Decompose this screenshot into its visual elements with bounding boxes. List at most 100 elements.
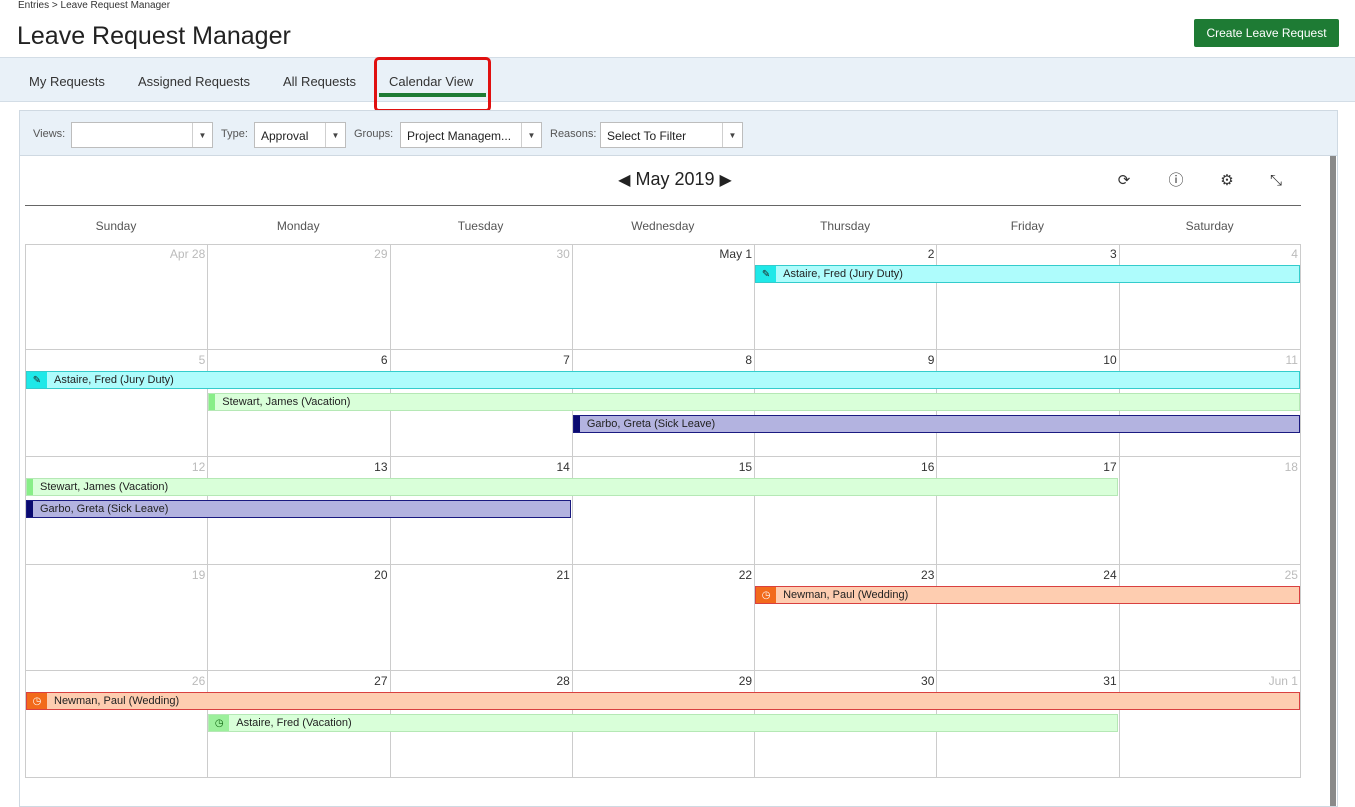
day-number: 11 bbox=[1285, 353, 1298, 367]
calendar-day-cell[interactable]: 29 bbox=[207, 244, 389, 349]
calendar-day-cell[interactable]: 24 bbox=[936, 565, 1118, 670]
reasons-select[interactable]: Select To Filter ▼ bbox=[600, 122, 743, 148]
calendar-week: 12 13 14 15 16 17 18 Stewart, James (Vacation) G… bbox=[25, 457, 1301, 565]
tab-my-requests[interactable]: My Requests bbox=[29, 74, 105, 89]
prev-month-icon[interactable]: ◀ bbox=[618, 172, 630, 189]
pencil-icon: ✎ bbox=[756, 266, 777, 282]
chevron-down-icon[interactable]: ▼ bbox=[325, 123, 345, 147]
leave-event[interactable]: Garbo, Greta (Sick Leave) bbox=[572, 415, 1300, 433]
calendar-day-cell[interactable]: 18 bbox=[1118, 457, 1301, 564]
day-number: 12 bbox=[191, 460, 206, 474]
calendar-day-cell[interactable]: 26 bbox=[25, 671, 207, 777]
day-number: 20 bbox=[374, 568, 388, 582]
tab-assigned-requests[interactable]: Assigned Requests bbox=[138, 74, 250, 89]
day-number: 3 bbox=[1109, 247, 1117, 261]
calendar-week: 19 20 21 22 23 24 25 ◷ Newman, Paul (Wedding) bbox=[25, 565, 1301, 671]
create-leave-request-button[interactable]: Create Leave Request bbox=[1194, 19, 1339, 47]
day-number: 18 bbox=[1284, 460, 1298, 474]
type-select[interactable]: Approval ▼ bbox=[254, 122, 346, 148]
day-number: 9 bbox=[927, 353, 935, 367]
day-of-week-saturday: Saturday bbox=[1185, 219, 1234, 233]
reasons-label: Reasons: bbox=[550, 128, 597, 140]
day-number: 30 bbox=[556, 247, 570, 261]
day-number: Apr 28 bbox=[169, 247, 206, 261]
calendar-day-cell[interactable]: 4 bbox=[1118, 244, 1301, 349]
calendar-day-cell[interactable]: 16 bbox=[754, 457, 936, 564]
calendar-day-cell[interactable]: 15 bbox=[571, 457, 754, 564]
next-month-icon[interactable]: ▶ bbox=[720, 172, 732, 189]
type-value: Approval bbox=[261, 129, 309, 143]
event-label: Stewart, James (Vacation) bbox=[222, 396, 351, 408]
settings-icon[interactable]: ⚙ bbox=[1217, 171, 1237, 191]
event-label: Astaire, Fred (Jury Duty) bbox=[54, 374, 174, 386]
views-select[interactable]: ▼ bbox=[71, 122, 213, 148]
vertical-scrollbar[interactable] bbox=[1330, 156, 1336, 806]
tab-all-requests[interactable]: All Requests bbox=[283, 74, 356, 89]
filter-bar: Views: ▼ Type: Approval ▼ Groups: Projec… bbox=[20, 111, 1337, 156]
calendar-day-cell[interactable]: 3 bbox=[936, 244, 1118, 349]
collapse-icon[interactable]: ⤡ bbox=[1266, 171, 1286, 191]
calendar-day-cell[interactable]: 2 bbox=[754, 244, 936, 349]
day-number: 8 bbox=[745, 353, 753, 367]
day-number: 2 bbox=[927, 247, 935, 261]
event-label: Newman, Paul (Wedding) bbox=[54, 695, 180, 707]
day-of-week-tuesday: Tuesday bbox=[457, 219, 504, 233]
refresh-icon[interactable]: ⟳ bbox=[1114, 171, 1134, 191]
day-number: 31 bbox=[1103, 674, 1117, 688]
tab-bar: My Requests Assigned Requests All Reques… bbox=[0, 57, 1355, 102]
event-label: Garbo, Greta (Sick Leave) bbox=[40, 503, 169, 515]
chevron-down-icon[interactable]: ▼ bbox=[521, 123, 541, 147]
event-label: Garbo, Greta (Sick Leave) bbox=[586, 418, 716, 430]
clock-icon: ◷ bbox=[209, 715, 230, 731]
page-title: Leave Request Manager bbox=[17, 22, 291, 50]
calendar-day-cell[interactable]: 22 bbox=[571, 565, 754, 670]
calendar-day-cell[interactable]: 21 bbox=[389, 565, 572, 670]
calendar-week: 5 6 7 8 9 10 11 ✎ Astaire, Fred (Jury Duty) Stewa… bbox=[25, 350, 1301, 457]
day-of-week-thursday: Thursday bbox=[820, 219, 871, 233]
clock-icon: ◷ bbox=[27, 693, 47, 709]
calendar-day-cell[interactable]: 20 bbox=[207, 565, 389, 670]
leave-event[interactable]: Garbo, Greta (Sick Leave) bbox=[26, 500, 571, 518]
calendar-day-cell[interactable]: 17 bbox=[936, 457, 1118, 564]
calendar-day-cell[interactable]: 19 bbox=[25, 565, 207, 670]
leave-event[interactable]: Stewart, James (Vacation) bbox=[26, 478, 1118, 496]
leave-event[interactable]: ✎ Astaire, Fred (Jury Duty) bbox=[26, 371, 1300, 389]
day-number: 21 bbox=[556, 568, 570, 582]
calendar-day-cell[interactable]: Jun 1 bbox=[1118, 671, 1301, 777]
leave-event[interactable]: ◷ Newman, Paul (Wedding) bbox=[26, 692, 1300, 710]
groups-label: Groups: bbox=[354, 128, 394, 140]
day-number: May 1 bbox=[719, 247, 753, 261]
day-number: 27 bbox=[374, 674, 388, 688]
views-label: Views: bbox=[33, 128, 66, 140]
calendar-day-cell[interactable]: 23 bbox=[754, 565, 936, 670]
leave-event[interactable]: ◷ Newman, Paul (Wedding) bbox=[755, 586, 1300, 604]
active-tab-indicator bbox=[379, 93, 486, 97]
day-number: 16 bbox=[921, 460, 935, 474]
calendar-day-cell[interactable]: Apr 28 bbox=[25, 244, 207, 349]
month-label: May 2019 bbox=[635, 169, 715, 189]
tab-calendar-view[interactable]: Calendar View bbox=[389, 74, 473, 89]
leave-event[interactable]: Stewart, James (Vacation) bbox=[208, 393, 1300, 411]
event-label: Astaire, Fred (Jury Duty) bbox=[783, 268, 903, 280]
day-number: 17 bbox=[1103, 460, 1117, 474]
calendar-day-cell[interactable]: 5 bbox=[25, 350, 207, 456]
day-number: 26 bbox=[191, 674, 206, 688]
groups-select[interactable]: Project Managem... ▼ bbox=[400, 122, 542, 148]
leave-event[interactable]: ✎ Astaire, Fred (Jury Duty) bbox=[755, 265, 1300, 283]
calendar-day-cell[interactable]: May 1 bbox=[571, 244, 754, 349]
chevron-down-icon[interactable]: ▼ bbox=[192, 123, 212, 147]
info-icon[interactable]: ⓘ bbox=[1166, 171, 1186, 191]
chevron-down-icon[interactable]: ▼ bbox=[722, 123, 742, 147]
day-number: 19 bbox=[191, 568, 206, 582]
leave-event[interactable]: ◷ Astaire, Fred (Vacation) bbox=[208, 714, 1118, 732]
day-number: 29 bbox=[738, 674, 753, 688]
reasons-value: Select To Filter bbox=[607, 129, 687, 143]
day-number: Jun 1 bbox=[1268, 674, 1298, 688]
day-number: 13 bbox=[374, 460, 388, 474]
calendar-day-cell[interactable]: 30 bbox=[389, 244, 572, 349]
calendar-day-cell[interactable]: 25 bbox=[1118, 565, 1301, 670]
day-number: 7 bbox=[563, 353, 570, 367]
day-of-week-wednesday: Wednesday bbox=[631, 219, 695, 233]
pencil-icon: ✎ bbox=[27, 372, 47, 388]
day-number: 22 bbox=[738, 568, 753, 582]
